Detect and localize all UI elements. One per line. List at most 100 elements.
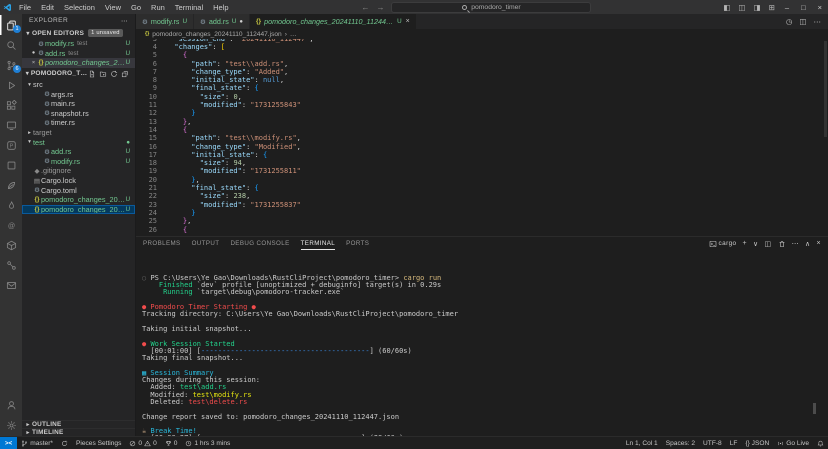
- terminal-profile[interactable]: cargo: [709, 240, 737, 248]
- status-indentation[interactable]: Spaces: 2: [662, 437, 699, 449]
- tab-modify-rs[interactable]: ⚙modify.rsU: [136, 14, 193, 29]
- tree-file-snapshot-rs[interactable]: ⚙snapshot.rs: [22, 109, 135, 119]
- tree-file-add-rs[interactable]: ⚙add.rsU: [22, 147, 135, 157]
- new-folder-icon[interactable]: [99, 70, 107, 78]
- breadcrumb[interactable]: {} pomodoro_changes_20241110_112447.json…: [136, 29, 828, 39]
- panel-tab-output[interactable]: OUTPUT: [192, 237, 220, 250]
- open-editor-item[interactable]: ×{}pomodoro_changes_20241...U: [22, 58, 135, 68]
- close-button[interactable]: ×: [812, 3, 828, 12]
- menu-edit[interactable]: Edit: [36, 3, 59, 12]
- tree-file--gitignore[interactable]: ◆.gitignore: [22, 166, 135, 176]
- tab-add-rs[interactable]: ⚙add.rsU●: [194, 14, 249, 29]
- menu-selection[interactable]: Selection: [59, 3, 100, 12]
- toggle-panel-icon[interactable]: ◫: [734, 3, 749, 12]
- activity-ext-square[interactable]: [0, 155, 22, 175]
- refresh-explorer-icon[interactable]: [110, 70, 118, 78]
- activity-remote-explorer[interactable]: [0, 115, 22, 135]
- activity-account[interactable]: [0, 395, 22, 415]
- outline-section[interactable]: ▸ OUTLINE: [22, 420, 135, 428]
- close-icon[interactable]: ×: [30, 60, 37, 66]
- open-timeline-icon[interactable]: ◷: [786, 17, 793, 26]
- kill-terminal-icon[interactable]: [778, 240, 786, 248]
- close-panel-icon[interactable]: ×: [817, 240, 822, 247]
- status-language-mode[interactable]: {} JSON: [741, 437, 773, 449]
- terminal-scrollbar[interactable]: [813, 403, 816, 414]
- activity-explorer[interactable]: 1: [0, 15, 22, 35]
- status-achievements[interactable]: 0: [161, 437, 182, 449]
- toggle-primary-sidebar-icon[interactable]: ◧: [719, 3, 734, 12]
- restore-button[interactable]: □: [795, 3, 812, 12]
- panel-tab-debug-console[interactable]: DEBUG CONSOLE: [230, 237, 289, 250]
- project-header[interactable]: ▾ POMODORO_TIMER: [22, 68, 135, 80]
- activity-ext-at[interactable]: @: [0, 215, 22, 235]
- activity-ext-flame[interactable]: [0, 195, 22, 215]
- activity-ext-link[interactable]: [0, 255, 22, 275]
- tab-pomodoro-changes-20241110-112447-json[interactable]: {}pomodoro_changes_20241110_112447.jsonU…: [250, 14, 416, 29]
- open-editors-header[interactable]: ▾ OPEN EDITORS 1 unsaved: [22, 27, 135, 39]
- panel-tab-terminal[interactable]: TERMINAL: [301, 237, 336, 250]
- collapse-folders-icon[interactable]: [121, 70, 129, 78]
- nav-back-icon[interactable]: ←: [361, 3, 369, 12]
- split-terminal-icon[interactable]: ◫: [765, 240, 772, 248]
- more-actions-icon[interactable]: ⋯: [792, 240, 799, 248]
- menu-help[interactable]: Help: [208, 3, 233, 12]
- tree-file-cargo-toml[interactable]: ⚙Cargo.toml: [22, 185, 135, 195]
- activity-ext-leaf[interactable]: [0, 175, 22, 195]
- menu-terminal[interactable]: Terminal: [170, 3, 208, 12]
- toggle-secondary-sidebar-icon[interactable]: ◨: [750, 3, 765, 12]
- close-icon[interactable]: ×: [406, 18, 410, 25]
- status-notifications[interactable]: [813, 437, 828, 449]
- tree-folder-src[interactable]: ▾src: [22, 80, 135, 90]
- minimize-button[interactable]: –: [779, 3, 795, 12]
- status-sync-changes[interactable]: [57, 437, 72, 449]
- status-git-branch[interactable]: master*: [17, 437, 57, 449]
- command-center-search[interactable]: pomodoro_timer: [391, 2, 591, 13]
- timeline-section[interactable]: ▸ TIMELINE: [22, 428, 135, 436]
- activity-ext-mail[interactable]: [0, 275, 22, 295]
- panel-tab-problems[interactable]: PROBLEMS: [143, 237, 181, 250]
- split-editor-icon[interactable]: ◫: [799, 17, 806, 26]
- tree-folder-target[interactable]: ▸target: [22, 128, 135, 138]
- status-encoding[interactable]: UTF-8: [699, 437, 726, 449]
- status-pieces-settings[interactable]: Pieces Settings: [72, 437, 125, 449]
- activity-pieces[interactable]: P: [0, 135, 22, 155]
- more-actions-icon[interactable]: ⋯: [814, 17, 822, 26]
- tree-file-pomodoro-changes-20241110-1-[interactable]: {}pomodoro_changes_20241110_1...U: [22, 195, 135, 205]
- activity-ext-box[interactable]: [0, 235, 22, 255]
- menu-file[interactable]: File: [14, 3, 36, 12]
- tree-file-cargo-lock[interactable]: ▤Cargo.lock: [22, 176, 135, 186]
- new-file-icon[interactable]: [88, 70, 96, 78]
- status-usage-time[interactable]: 1 hrs 3 mins: [181, 437, 234, 449]
- tree-file-main-rs[interactable]: ⚙main.rs: [22, 99, 135, 109]
- tree-folder-test[interactable]: ▾test●: [22, 137, 135, 147]
- status-go-live[interactable]: Go Live: [773, 437, 813, 449]
- activity-settings[interactable]: [0, 415, 22, 435]
- status-cursor-position[interactable]: Ln 1, Col 1: [622, 437, 662, 449]
- code-editor[interactable]: 3 "session_end": "20241110_112447",4 "ch…: [136, 39, 828, 236]
- terminal-profiles-dropdown-icon[interactable]: ∨: [753, 240, 759, 248]
- panel-tab-ports[interactable]: PORTS: [346, 237, 369, 250]
- status-problems[interactable]: 00: [125, 437, 160, 449]
- activity-source-control[interactable]: 6: [0, 55, 22, 75]
- editor-scrollbar[interactable]: [824, 41, 827, 137]
- tree-file-modify-rs[interactable]: ⚙modify.rsU: [22, 157, 135, 167]
- status-eol[interactable]: LF: [726, 437, 742, 449]
- status-remote-indicator[interactable]: ><: [0, 437, 17, 449]
- maximize-panel-icon[interactable]: ∧: [805, 240, 811, 248]
- open-editor-item[interactable]: ●⚙add.rstestU: [22, 49, 135, 59]
- activity-search[interactable]: [0, 35, 22, 55]
- tree-file-pomodoro-changes-20241110-1-[interactable]: {}pomodoro_changes_20241110_1...U: [22, 205, 135, 215]
- customize-layout-icon[interactable]: ⊞: [765, 3, 779, 12]
- new-terminal-icon[interactable]: +: [743, 240, 748, 247]
- terminal-output[interactable]: ○ PS C:\Users\Ye Gao\Downloads\RustCliPr…: [136, 250, 828, 436]
- menu-view[interactable]: View: [100, 3, 126, 12]
- menu-go[interactable]: Go: [126, 3, 146, 12]
- explorer-more-icon[interactable]: ⋯: [121, 17, 128, 25]
- tree-file-args-rs[interactable]: ⚙args.rs: [22, 89, 135, 99]
- tree-file-timer-rs[interactable]: ⚙timer.rs: [22, 118, 135, 128]
- nav-forward-icon[interactable]: →: [376, 3, 384, 12]
- activity-run-debug[interactable]: [0, 75, 22, 95]
- menu-run[interactable]: Run: [146, 3, 170, 12]
- activity-extensions[interactable]: [0, 95, 22, 115]
- open-editor-item[interactable]: ⚙modify.rstestU: [22, 39, 135, 49]
